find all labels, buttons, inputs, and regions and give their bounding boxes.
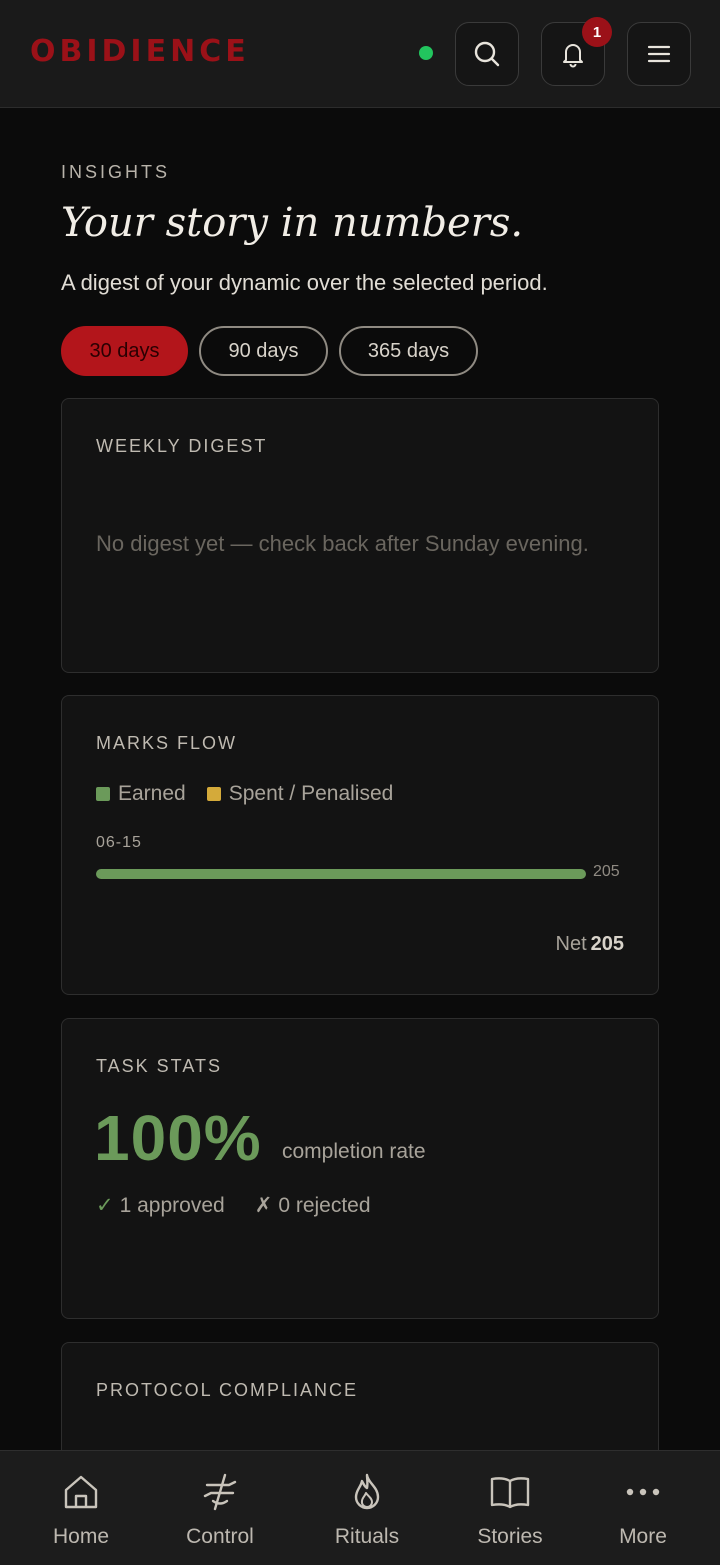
net-label: Net <box>555 933 587 955</box>
flow-row-date: 06-15 <box>96 834 142 851</box>
page-subtitle: A digest of your dynamic over the select… <box>61 270 548 295</box>
card-title: MARKS FLOW <box>96 733 238 753</box>
legend-swatch-spent <box>206 787 221 801</box>
empty-state-message: No digest yet — check back after Sunday … <box>96 531 589 556</box>
legend-label-earned: Earned <box>118 782 186 805</box>
approved-count: 1 approved <box>119 1194 225 1217</box>
book-icon <box>490 1477 530 1509</box>
menu-icon <box>647 45 671 63</box>
nav-item-control[interactable]: Control <box>160 1471 280 1549</box>
card-title: PROTOCOL COMPLIANCE <box>96 1380 359 1400</box>
marks-flow-card: MARKS FLOW Earned Spent / Penalised 06-1… <box>61 695 659 995</box>
online-status-dot <box>419 46 433 60</box>
card-title: WEEKLY DIGEST <box>96 436 268 456</box>
top-bar: OBIDIENCE 1 <box>0 0 720 108</box>
flame-icon <box>354 1473 380 1510</box>
card-title: TASK STATS <box>96 1056 223 1076</box>
legend-swatch-earned <box>96 787 110 801</box>
nav-item-home[interactable]: Home <box>21 1471 141 1549</box>
control-icon <box>203 1473 237 1511</box>
approval-summary: ✓ 1 approved ✗ 0 rejected <box>96 1193 371 1218</box>
page-title: Your story in numbers. <box>61 200 524 246</box>
nav-label: More <box>619 1525 667 1548</box>
period-pill-30-days[interactable]: 30 days <box>61 326 188 376</box>
nav-item-rituals[interactable]: Rituals <box>307 1471 427 1549</box>
nav-label: Stories <box>477 1525 543 1548</box>
completion-rate-value: 100% <box>94 1102 262 1174</box>
completion-rate-caption: completion rate <box>282 1140 426 1163</box>
notification-count-badge: 1 <box>582 17 612 47</box>
weekly-digest-card: WEEKLY DIGEST No digest yet — check back… <box>61 398 659 673</box>
net-total: Net 205 <box>556 933 625 956</box>
net-value: 205 <box>590 933 624 955</box>
menu-button[interactable] <box>627 22 691 86</box>
search-icon <box>474 41 500 67</box>
chart-legend: Earned Spent / Penalised <box>96 782 414 806</box>
bell-icon <box>563 44 583 68</box>
earned-bar <box>96 869 586 879</box>
nav-label: Rituals <box>334 1525 400 1548</box>
nav-item-stories[interactable]: Stories <box>450 1471 570 1549</box>
section-eyebrow: INSIGHTS <box>61 162 171 182</box>
brand-logo[interactable]: OBIDIENCE <box>30 34 250 69</box>
nav-item-more[interactable]: More <box>583 1471 703 1549</box>
task-stats-card: TASK STATS 100% completion rate ✓ 1 appro… <box>61 1018 659 1319</box>
period-pill-365-days[interactable]: 365 days <box>339 326 478 376</box>
bottom-navigation: Home Control Rituals Stories More <box>0 1450 720 1565</box>
approved-check-icon: ✓ <box>96 1194 114 1217</box>
flow-bar-track <box>96 869 586 879</box>
flow-row-value: 205 <box>593 863 620 880</box>
rejected-count: 0 rejected <box>278 1194 371 1217</box>
rejected-cross-icon: ✗ <box>254 1194 273 1217</box>
search-button[interactable] <box>455 22 519 86</box>
nav-label: Control <box>186 1525 254 1548</box>
more-icon <box>626 1488 660 1496</box>
period-pill-90-days[interactable]: 90 days <box>199 326 328 376</box>
nav-label: Home <box>52 1525 110 1548</box>
home-icon <box>64 1475 98 1509</box>
legend-label-spent: Spent / Penalised <box>228 782 394 805</box>
